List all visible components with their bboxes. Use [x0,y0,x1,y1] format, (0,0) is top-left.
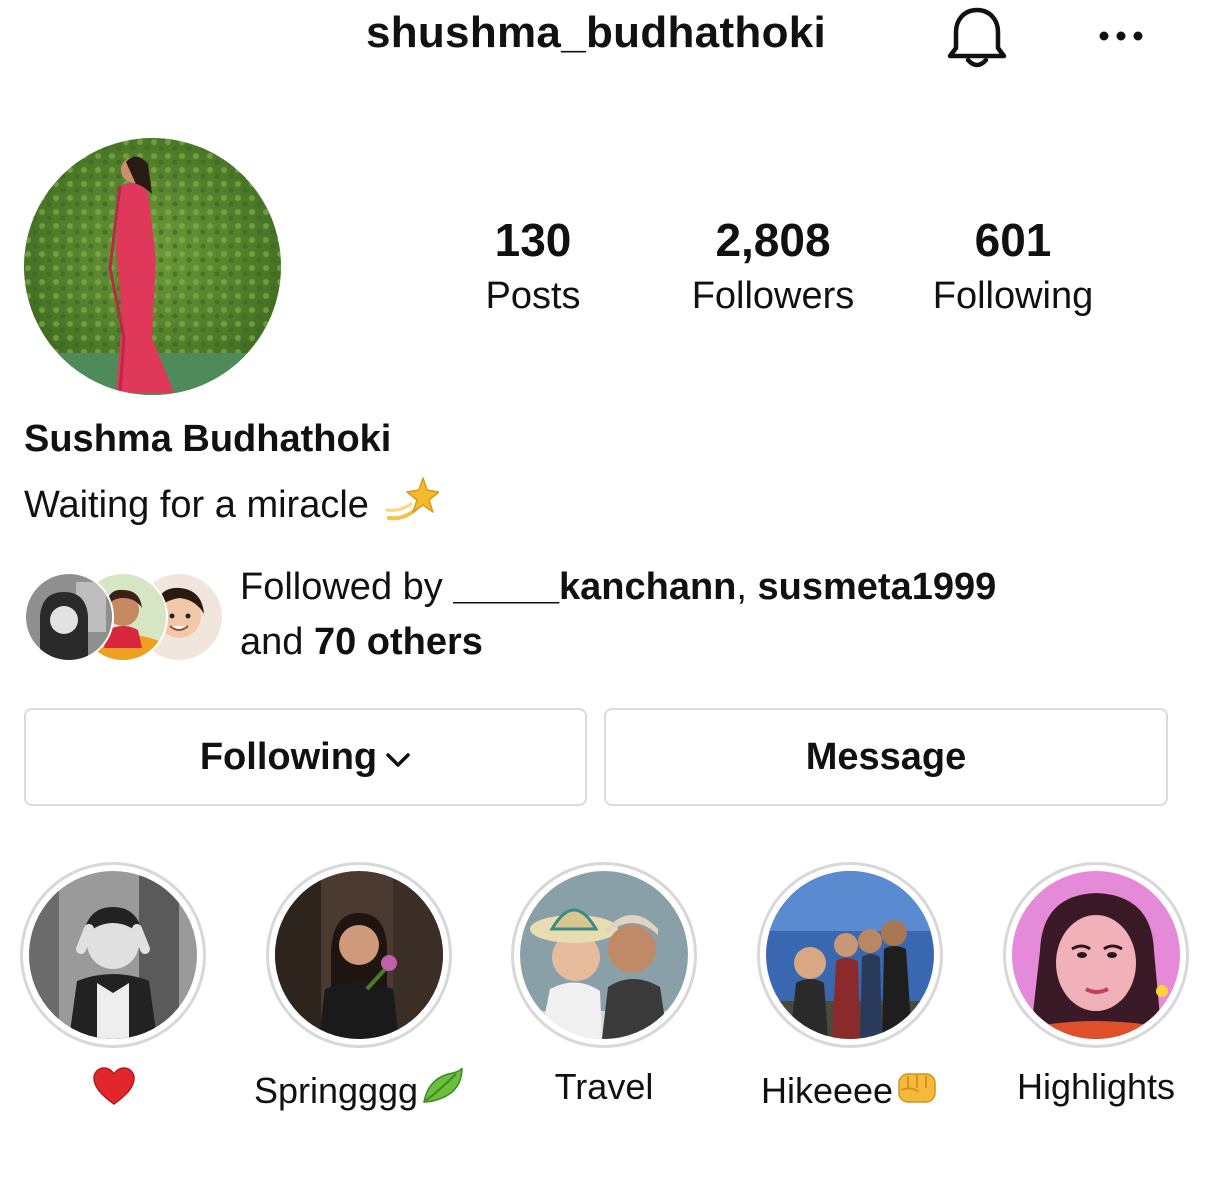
mutual-others-link[interactable]: 70 others [314,621,483,663]
posts-count-label: Posts [485,275,581,317]
story-highlight[interactable] [13,862,213,1115]
highlight-caption: Hikeeee [750,1066,950,1115]
highlight-ring [511,862,697,1048]
followed-by-text[interactable]: Followed by _____kanchann, susmeta1999 a… [240,560,1180,670]
profile-username: shushma_budhathoki [365,8,827,57]
dizzy-star-emoji-icon [383,474,440,536]
story-highlight[interactable]: Hikeeee [750,862,950,1115]
followed-by-middle: and [240,621,314,663]
bell-icon[interactable] [944,4,1010,74]
highlight-cover [766,871,934,1039]
followers-count-label: Followers [691,275,855,317]
following-count[interactable]: 601 Following [913,210,1113,322]
highlight-cover [1012,871,1180,1039]
profile-avatar[interactable] [24,138,281,395]
story-highlight[interactable]: Highlights [996,862,1196,1108]
highlight-caption [13,1066,213,1115]
highlight-caption: Travel [504,1066,704,1108]
story-highlight[interactable]: Travel [504,862,704,1108]
mutual-follower-link[interactable]: _____kanchann [453,566,736,608]
followed-by-prefix: Followed by [240,566,454,608]
highlight-ring [20,862,206,1048]
more-options-icon[interactable] [1092,14,1150,58]
following-button-label: Following [199,735,378,778]
highlight-cover [29,871,197,1039]
mutual-avatar [24,572,114,662]
story-highlight[interactable]: Springggg [254,862,463,1115]
message-button-label: Message [805,735,967,778]
following-button[interactable]: Following [24,708,587,806]
highlight-ring [757,862,943,1048]
bio-text: Waiting for a miracle [24,483,369,526]
leaf-emoji-icon [420,1066,464,1115]
highlight-caption: Springggg [254,1066,463,1115]
profile-bio: Waiting for a miracle [24,474,440,536]
highlight-cover [520,871,688,1039]
mutual-follower-link[interactable]: susmeta1999 [758,566,997,608]
highlight-cover [275,871,443,1039]
highlight-label: Springggg [253,1069,419,1111]
message-button[interactable]: Message [604,708,1168,806]
highlight-label: Highlights [1016,1066,1176,1107]
chevron-down-icon [385,736,411,779]
posts-count-value: 130 [494,214,572,266]
posts-count[interactable]: 130 Posts [433,210,633,322]
profile-full-name: Sushma Budhathoki [24,418,392,460]
highlight-ring [1003,862,1189,1048]
followers-count[interactable]: 2,808 Followers [673,210,873,322]
followers-count-value: 2,808 [715,214,831,266]
fist-emoji-icon [895,1066,939,1115]
following-count-value: 601 [974,214,1052,266]
red-heart-emoji-icon [92,1066,136,1115]
followed-by-separator: , [736,566,758,608]
highlight-label: Hikeeee [760,1069,894,1111]
highlight-label: Travel [554,1066,654,1107]
mutual-followers-avatars[interactable] [24,572,224,662]
following-count-label: Following [932,275,1094,317]
highlight-caption: Highlights [996,1066,1196,1108]
highlight-ring [266,862,452,1048]
